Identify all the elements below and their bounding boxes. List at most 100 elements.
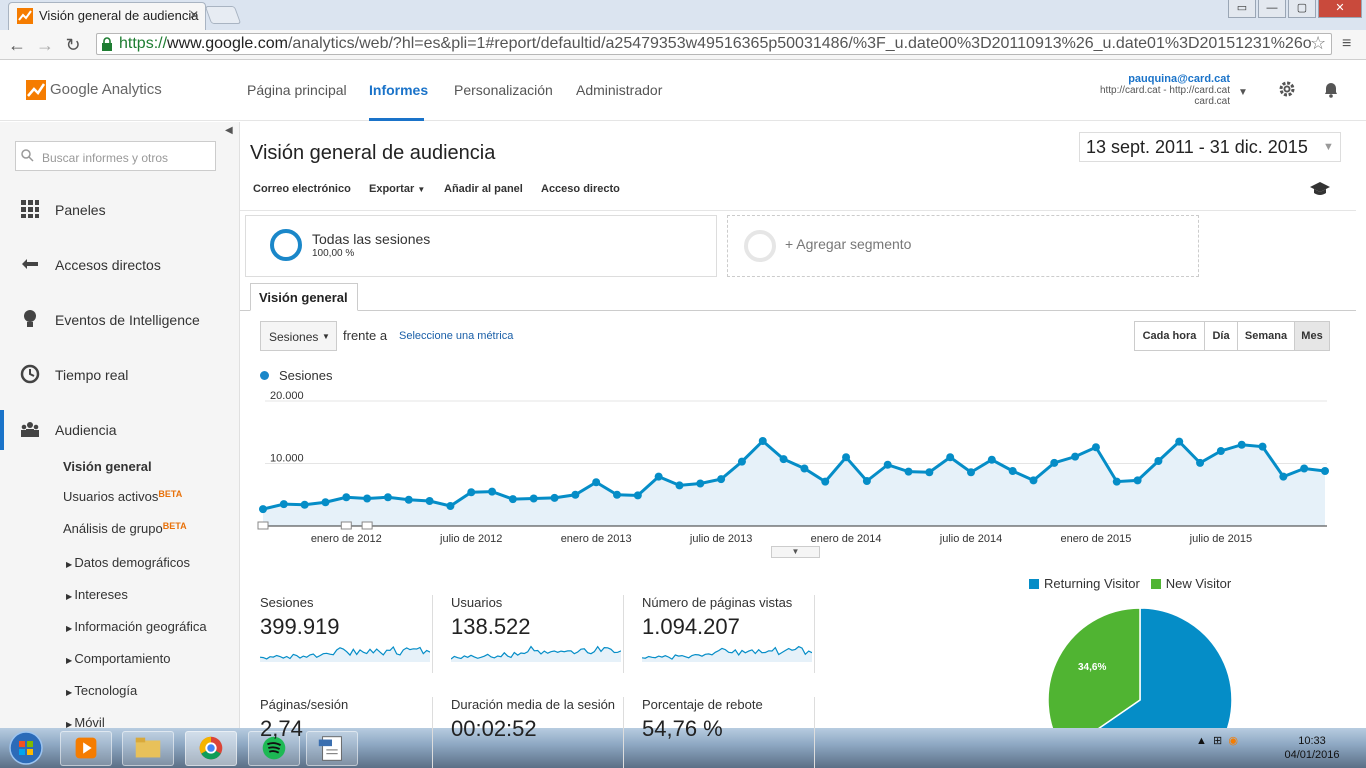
back-arrow-icon[interactable]: ←: [6, 34, 28, 56]
data-point: [1237, 440, 1246, 449]
email-button[interactable]: Correo electrónico: [253, 183, 351, 195]
caret-down-icon[interactable]: ▼: [1323, 141, 1334, 153]
data-point: [550, 493, 559, 502]
system-clock[interactable]: 10:33 04/01/2016: [1280, 734, 1344, 762]
nav-pagina-principal[interactable]: Página principal: [247, 82, 347, 98]
data-point: [1029, 476, 1038, 485]
browser-tab[interactable]: Visión general de audiencia ✕: [8, 2, 206, 30]
search-icon: [21, 149, 34, 162]
url-scheme: https://: [119, 35, 168, 52]
caret-down-icon[interactable]: ▼: [1238, 87, 1248, 98]
data-point: [883, 460, 892, 469]
add-to-dashboard-button[interactable]: Añadir al panel: [444, 183, 523, 195]
close-icon[interactable]: ✕: [189, 8, 199, 22]
graduation-cap-icon[interactable]: [1310, 181, 1330, 197]
window-restore-down-icon[interactable]: ▭: [1228, 0, 1256, 18]
forward-arrow-icon[interactable]: →: [34, 34, 56, 56]
pie-slice-label: 34,6%: [1078, 662, 1106, 673]
date-range-picker[interactable]: 13 sept. 2011 - 31 dic. 2015: [1079, 132, 1341, 162]
search-input[interactable]: Buscar informes y otros: [15, 141, 216, 171]
data-point: [279, 500, 288, 509]
data-point: [446, 502, 455, 510]
granularity-day-button[interactable]: Día: [1205, 322, 1238, 350]
nav-personalizacion[interactable]: Personalización: [454, 82, 553, 98]
x-tick-label: julio de 2015: [1189, 533, 1252, 545]
data-point: [529, 494, 538, 503]
gear-icon[interactable]: [1278, 80, 1296, 98]
nav-informes[interactable]: Informes: [369, 82, 428, 98]
shortcut-arrow-icon: [22, 259, 38, 269]
maximize-icon[interactable]: ▢: [1288, 0, 1316, 18]
select-metric-link[interactable]: Seleccione una métrica: [399, 330, 513, 342]
nav-administrador[interactable]: Administrador: [576, 82, 662, 98]
data-point: [842, 453, 851, 462]
sidebar-sub-vision-general[interactable]: Visión general: [63, 459, 152, 474]
windows-flag-icon[interactable]: ⊞: [1213, 735, 1222, 747]
new-tab-button[interactable]: [204, 6, 242, 24]
sidebar-sub2-tecnologia[interactable]: ▶ Tecnología: [66, 683, 137, 698]
chrome-taskbar-icon[interactable]: [185, 731, 237, 766]
data-point: [508, 495, 517, 504]
account-view: card.cat: [1194, 96, 1230, 107]
bell-icon[interactable]: [1322, 80, 1340, 98]
file-explorer-taskbar-icon[interactable]: [122, 731, 174, 766]
sidebar-sub2-intereses[interactable]: ▶ Intereses: [66, 587, 128, 602]
kpi-label: Páginas/sesión: [260, 697, 349, 712]
export-button[interactable]: Exportar ▼: [369, 183, 425, 195]
sidebar-item-accesos-directos[interactable]: Accesos directos: [55, 257, 161, 273]
sidebar-item-eventos-intelligence[interactable]: Eventos de Intelligence: [55, 312, 200, 328]
sidebar-sub2-informacion-geografica[interactable]: ▶ Información geográfica: [66, 619, 207, 634]
data-point: [675, 481, 684, 490]
caret-down-icon: ▼: [417, 185, 426, 194]
collapse-sidebar-icon[interactable]: ◀: [225, 125, 233, 136]
bookmark-star-icon[interactable]: ☆: [1310, 33, 1326, 54]
sidebar-item-audiencia[interactable]: Audiencia: [55, 422, 117, 438]
granularity-week-button[interactable]: Semana: [1238, 322, 1295, 350]
sidebar-sub-label: Usuarios activos: [63, 489, 159, 504]
segment-ring-icon: [270, 229, 302, 261]
system-tray: ▲ ⊞ ◉: [1196, 734, 1238, 747]
media-player-taskbar-icon[interactable]: [60, 731, 112, 766]
data-point: [696, 479, 705, 488]
data-point: [1196, 458, 1205, 467]
sidebar-sub2-datos-demograficos[interactable]: ▶ Datos demográficos: [66, 555, 190, 570]
add-segment-button[interactable]: + Agregar segmento: [785, 236, 911, 252]
reload-icon[interactable]: ↻: [62, 34, 84, 56]
play-icon: [75, 737, 97, 759]
kpi-divider: [814, 697, 815, 768]
windows-start-icon[interactable]: [4, 730, 48, 766]
granularity-month-button[interactable]: Mes: [1295, 322, 1329, 350]
data-point: [654, 472, 663, 481]
x-tick-label: enero de 2015: [1060, 533, 1131, 545]
x-tick-label: julio de 2013: [689, 533, 752, 545]
chart-legend-sesiones: Sesiones: [279, 368, 333, 383]
data-point: [946, 453, 955, 462]
granularity-hourly-button[interactable]: Cada hora: [1135, 322, 1205, 350]
annotation-marker: [361, 521, 373, 530]
browser-menu-icon[interactable]: ≡: [1342, 35, 1351, 53]
avast-icon[interactable]: ◉: [1228, 735, 1238, 747]
expand-chart-handle[interactable]: ▼: [771, 546, 820, 558]
active-nav-indicator: [369, 118, 424, 121]
sidebar-sub2-label: Intereses: [74, 587, 128, 602]
sidebar-item-paneles[interactable]: Paneles: [55, 202, 106, 218]
google-analytics-logo-icon: [26, 80, 46, 100]
address-bar[interactable]: https://www.google.com/analytics/web/?hl…: [96, 33, 1332, 55]
kpi-value: 54,76 %: [642, 716, 723, 741]
sidebar-sub2-comportamiento[interactable]: ▶ Comportamiento: [66, 651, 170, 666]
granularity-switch: Cada hora Día Semana Mes: [1134, 321, 1330, 351]
dashboard-grid-icon: [21, 200, 39, 218]
sidebar-item-tiempo-real[interactable]: Tiempo real: [55, 367, 128, 383]
data-point: [1300, 464, 1309, 473]
legend-dot: [260, 371, 269, 380]
shortcut-button[interactable]: Acceso directo: [541, 183, 620, 195]
window-close-icon[interactable]: ✕: [1318, 0, 1362, 18]
minimize-icon[interactable]: —: [1258, 0, 1286, 18]
sidebar-sub-analisis-grupo[interactable]: Análisis de grupoBETA: [63, 521, 187, 536]
sidebar-sub-usuarios-activos[interactable]: Usuarios activosBETA: [63, 489, 182, 504]
data-point: [1133, 476, 1142, 485]
tray-expand-icon[interactable]: ▲: [1196, 735, 1207, 747]
account-selector[interactable]: pauquina@card.cat http://card.cat - http…: [1060, 74, 1230, 108]
tab-vision-general[interactable]: Visión general: [250, 283, 358, 311]
x-tick-label: enero de 2014: [811, 533, 882, 545]
